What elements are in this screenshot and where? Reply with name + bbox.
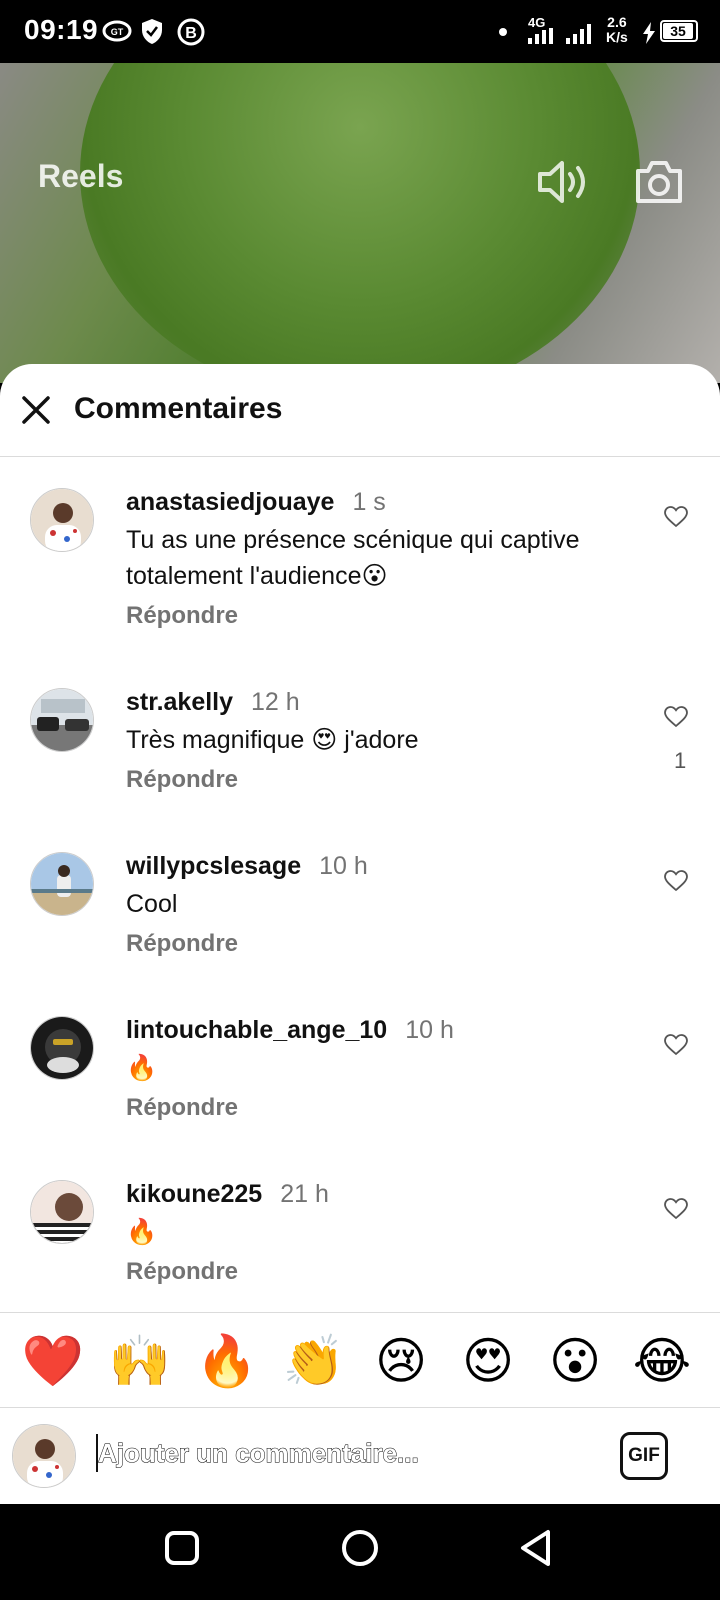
comment-input[interactable] xyxy=(96,1432,596,1476)
user-avatar xyxy=(12,1424,76,1488)
comment-text: Très magnifique 😍 j'adore xyxy=(126,726,419,754)
emoji-clap[interactable]: 👏 xyxy=(281,1331,347,1391)
comment-username[interactable]: lintouchable_ange_10 10 h xyxy=(126,1016,454,1045)
heart-icon[interactable] xyxy=(664,506,688,528)
emoji-bar: ❤️ 🙌 🔥 👏 😢 😍 😮 😂 xyxy=(0,1312,720,1408)
heart-icon[interactable] xyxy=(664,1198,688,1220)
comment-username[interactable]: str.akelly 12 h xyxy=(126,688,300,717)
reply-button[interactable]: Répondre xyxy=(126,602,238,630)
comment-time: 21 h xyxy=(280,1180,329,1208)
emoji-heart[interactable]: ❤️ xyxy=(20,1331,86,1391)
battery-icon: 35 xyxy=(660,20,698,42)
speed-unit: K/s xyxy=(606,29,628,45)
heart-icon[interactable] xyxy=(664,1034,688,1056)
network-speed: 2.6 K/s xyxy=(606,15,628,45)
comment-time: 1 s xyxy=(352,488,386,516)
username-text[interactable]: lintouchable_ange_10 xyxy=(126,1016,387,1044)
comment-text: 🔥 xyxy=(126,1054,158,1082)
dot-icon xyxy=(499,28,507,36)
close-icon[interactable] xyxy=(18,392,54,428)
comment-text: Tu as une présence scénique qui captive … xyxy=(126,526,580,590)
signal-4g-icon xyxy=(528,28,553,44)
speaker-icon[interactable] xyxy=(536,158,590,206)
reply-button[interactable]: Répondre xyxy=(126,930,238,958)
username-text[interactable]: willypcslesage xyxy=(126,852,301,880)
emoji-raised-hands[interactable]: 🙌 xyxy=(107,1331,173,1391)
avatar[interactable] xyxy=(30,1016,94,1080)
sheet-header: Commentaires xyxy=(0,364,720,457)
comment-time: 10 h xyxy=(405,1016,454,1044)
status-time: 09:19 xyxy=(24,14,99,45)
back-triangle-icon[interactable] xyxy=(518,1528,554,1568)
username-text[interactable]: str.akelly xyxy=(126,688,233,716)
avatar[interactable] xyxy=(30,1180,94,1244)
reels-title: Reels xyxy=(38,158,124,194)
text-cursor xyxy=(96,1434,98,1472)
battery-level: 35 xyxy=(663,23,693,39)
sheet-title: Commentaires xyxy=(74,392,283,425)
navigation-bar xyxy=(0,1504,720,1600)
reply-button[interactable]: Répondre xyxy=(126,1094,238,1122)
comment-input-bar: Ajouter un commentaire... GIF xyxy=(0,1408,720,1504)
gif-button[interactable]: GIF xyxy=(620,1432,668,1480)
emoji-laughing[interactable]: 😂 xyxy=(629,1331,695,1391)
heart-icon[interactable] xyxy=(664,870,688,892)
comment-text: 🔥 xyxy=(126,1218,158,1246)
emoji-heart-eyes[interactable]: 😍 xyxy=(455,1331,521,1391)
svg-text:B: B xyxy=(185,25,197,42)
avatar[interactable] xyxy=(30,852,94,916)
avatar[interactable] xyxy=(30,688,94,752)
comment-username[interactable]: willypcslesage 10 h xyxy=(126,852,368,881)
username-text[interactable]: kikoune225 xyxy=(126,1180,262,1208)
comment-time: 10 h xyxy=(319,852,368,880)
emoji-surprised[interactable]: 😮 xyxy=(542,1331,608,1391)
signal-icon xyxy=(566,24,591,44)
data-saver-icon: GT xyxy=(102,20,132,42)
reel-video[interactable]: Reels xyxy=(0,63,720,383)
reply-button[interactable]: Répondre xyxy=(126,1258,238,1286)
camera-icon[interactable] xyxy=(634,159,684,205)
comment-text: Cool xyxy=(126,890,178,918)
comment-username[interactable]: kikoune225 21 h xyxy=(126,1180,329,1209)
status-bar: 09:19 GT B 4G 2.6 K/s 35 xyxy=(0,0,720,63)
emoji-fire[interactable]: 🔥 xyxy=(194,1331,260,1391)
comment-username[interactable]: anastasiedjouaye 1 s xyxy=(126,488,386,517)
username-text[interactable]: anastasiedjouaye xyxy=(126,488,334,516)
reel-leaf-image xyxy=(80,63,640,383)
reply-button[interactable]: Répondre xyxy=(126,766,238,794)
svg-text:GT: GT xyxy=(111,27,124,37)
speed-value: 2.6 xyxy=(607,14,627,30)
heart-icon[interactable] xyxy=(664,706,688,728)
comment-time: 12 h xyxy=(251,688,300,716)
charging-icon xyxy=(643,22,655,44)
shield-icon xyxy=(142,19,162,44)
emoji-crying[interactable]: 😢 xyxy=(368,1331,434,1391)
avatar[interactable] xyxy=(30,488,94,552)
recents-square-icon[interactable] xyxy=(164,1530,200,1566)
home-circle-icon[interactable] xyxy=(340,1528,380,1568)
like-count: 1 xyxy=(674,748,687,773)
b-circle-icon: B xyxy=(177,18,205,46)
